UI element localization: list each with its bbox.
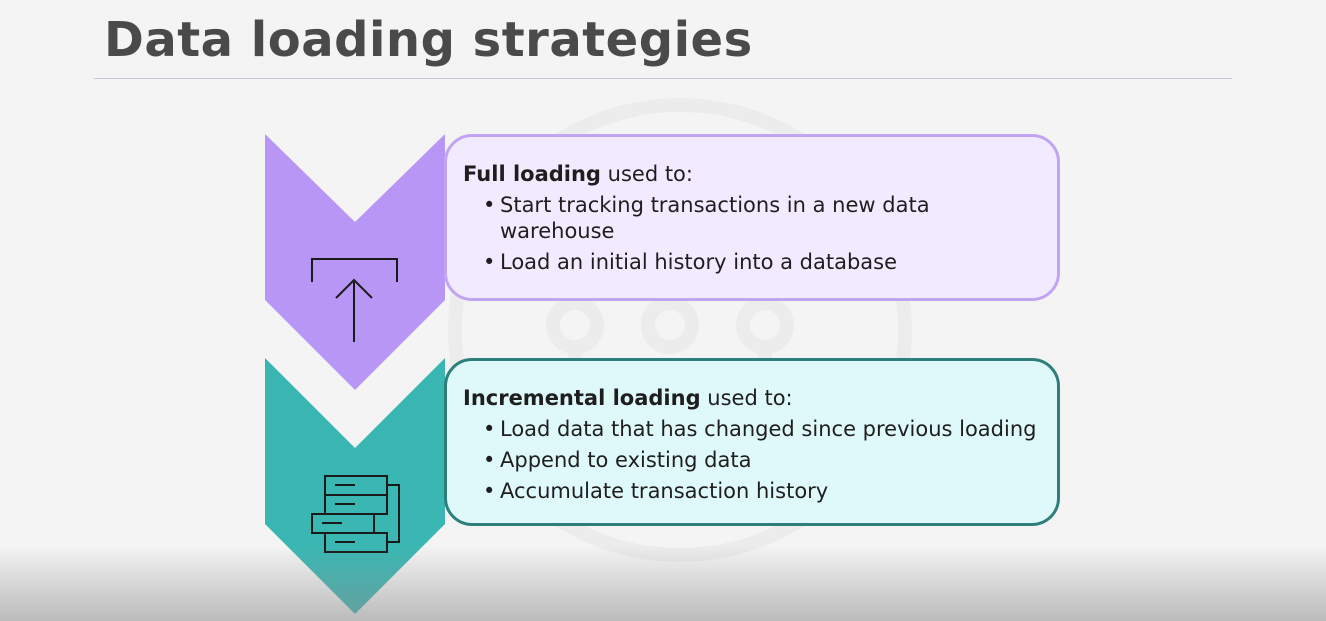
list-item: Load data that has changed since previou… — [483, 416, 1041, 442]
slide-title: Data loading strategies — [104, 12, 753, 68]
full-loading-card: Full loading used to: Start tracking tra… — [444, 134, 1060, 301]
list-item: Load an initial history into a database — [483, 249, 1041, 275]
incremental-loading-heading-bold: Incremental loading — [463, 386, 701, 410]
list-item: Start tracking transactions in a new dat… — [483, 192, 1041, 244]
full-loading-list: Start tracking transactions in a new dat… — [463, 192, 1041, 275]
incremental-loading-chevron — [265, 358, 445, 614]
incremental-loading-card: Incremental loading used to: Load data t… — [444, 358, 1060, 526]
incremental-loading-heading-rest: used to: — [700, 386, 793, 410]
full-loading-heading-rest: used to: — [600, 162, 693, 186]
list-item: Accumulate transaction history — [483, 478, 1041, 504]
full-loading-heading-bold: Full loading — [463, 162, 601, 186]
incremental-loading-heading: Incremental loading used to: — [463, 385, 1041, 411]
title-divider — [94, 78, 1232, 79]
bottom-shadow — [0, 545, 1326, 621]
full-loading-chevron — [265, 134, 445, 390]
list-item: Append to existing data — [483, 447, 1041, 473]
full-loading-heading: Full loading used to: — [463, 161, 1041, 187]
incremental-loading-list: Load data that has changed since previou… — [463, 416, 1041, 504]
